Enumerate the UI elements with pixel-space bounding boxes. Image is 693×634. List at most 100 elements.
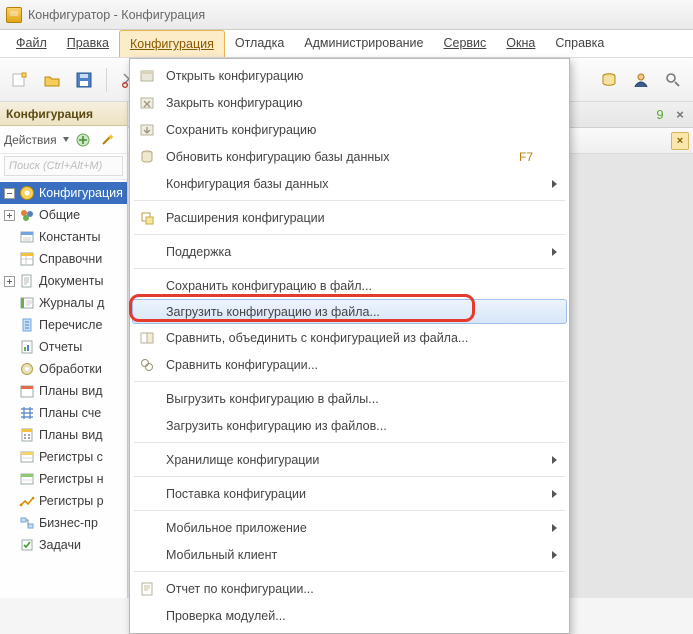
task-icon <box>19 537 35 553</box>
enum-icon <box>19 317 35 333</box>
submenu-arrow-icon <box>552 524 557 532</box>
tree-node-regaccum[interactable]: Регистры н <box>0 468 127 490</box>
mi-label: Выгрузить конфигурацию в файлы... <box>166 392 379 406</box>
tree-label: Перечисле <box>39 318 102 332</box>
config-dropdown: Открыть конфигурацию Закрыть конфигураци… <box>129 58 570 634</box>
tree-node-chartkinds[interactable]: Планы вид <box>0 380 127 402</box>
menu-file[interactable]: Файл <box>6 30 57 57</box>
tree-label: Регистры р <box>39 494 104 508</box>
mi-delivery[interactable]: Поставка конфигурации <box>132 480 567 507</box>
tree-node-regcalc[interactable]: Регистры р <box>0 490 127 512</box>
expander-icon[interactable] <box>4 210 15 221</box>
mi-close-config[interactable]: Закрыть конфигурацию <box>132 89 567 116</box>
mi-label: Поставка конфигурации <box>166 487 306 501</box>
tree-node-constants[interactable]: Константы <box>0 226 127 248</box>
tree-search-input[interactable] <box>4 156 123 176</box>
tree-label: Отчеты <box>39 340 82 354</box>
actions-label[interactable]: Действия <box>4 133 57 147</box>
gear-icon <box>19 361 35 377</box>
tree-label: Планы вид <box>39 384 103 398</box>
mi-compare-merge[interactable]: Сравнить, объединить с конфигурацией из … <box>132 324 567 351</box>
tree-label: Общие <box>39 208 80 222</box>
tree-node-calckinds[interactable]: Планы вид <box>0 424 127 446</box>
submenu-arrow-icon <box>552 180 557 188</box>
tree-node-enums[interactable]: Перечисле <box>0 314 127 336</box>
config-tree[interactable]: Конфигурация Общие Константы Справочни <box>0 180 127 598</box>
expander-icon[interactable] <box>4 188 15 199</box>
tree-node-reports[interactable]: Отчеты <box>0 336 127 358</box>
mi-load-from-file[interactable]: Загрузить конфигурацию из файла... <box>132 299 567 324</box>
calc-icon <box>19 427 35 443</box>
tree-label: Журналы д <box>39 296 104 310</box>
tree-node-bp[interactable]: Бизнес-пр <box>0 512 127 534</box>
mi-module-check[interactable]: Проверка модулей... <box>132 602 567 629</box>
mi-db-config[interactable]: Конфигурация базы данных <box>132 170 567 197</box>
db-icon <box>138 148 156 166</box>
mi-extensions[interactable]: Расширения конфигурации <box>132 204 567 231</box>
tree-node-processing[interactable]: Обработки <box>0 358 127 380</box>
compare-icon <box>138 356 156 374</box>
tree-node-common[interactable]: Общие <box>0 204 127 226</box>
menu-windows[interactable]: Окна <box>496 30 545 57</box>
mi-label: Отчет по конфигурации... <box>166 582 314 596</box>
tree-root-label: Конфигурация <box>39 186 123 200</box>
separator <box>134 268 565 269</box>
tree-root[interactable]: Конфигурация <box>0 182 127 204</box>
submenu-arrow-icon <box>552 551 557 559</box>
tree-node-journals[interactable]: Журналы д <box>0 292 127 314</box>
mi-compare[interactable]: Сравнить конфигурации... <box>132 351 567 378</box>
mi-export-files[interactable]: Выгрузить конфигурацию в файлы... <box>132 385 567 412</box>
menu-service[interactable]: Сервис <box>433 30 496 57</box>
mi-import-files[interactable]: Загрузить конфигурацию из файлов... <box>132 412 567 439</box>
mi-mobile-app[interactable]: Мобильное приложение <box>132 514 567 541</box>
config-panel: Конфигурация Действия Конфигурация <box>0 102 128 598</box>
tab-badge[interactable]: 9 <box>651 106 669 124</box>
save-icon <box>138 121 156 139</box>
report-icon <box>19 339 35 355</box>
actions-caret-icon[interactable] <box>63 137 69 142</box>
ext-icon <box>138 209 156 227</box>
separator <box>134 476 565 477</box>
mi-support[interactable]: Поддержка <box>132 238 567 265</box>
toolbar-new-icon[interactable] <box>6 66 34 94</box>
tree-node-tasks[interactable]: Задачи <box>0 534 127 556</box>
search-row <box>0 154 127 180</box>
menu-config[interactable]: Конфигурация <box>119 30 225 57</box>
submenu-arrow-icon <box>552 456 557 464</box>
tree-label: Константы <box>39 230 101 244</box>
mi-save-to-file[interactable]: Сохранить конфигурацию в файл... <box>132 272 567 299</box>
menu-edit[interactable]: Правка <box>57 30 119 57</box>
mi-update-db[interactable]: Обновить конфигурацию базы данных F7 <box>132 143 567 170</box>
tree-node-documents[interactable]: Документы <box>0 270 127 292</box>
mi-label: Конфигурация базы данных <box>166 177 329 191</box>
tabstrip-close-icon[interactable]: × <box>671 106 689 124</box>
action-add-icon[interactable] <box>73 130 93 150</box>
toolbar-agent-icon[interactable] <box>627 66 655 94</box>
mi-mobile-client[interactable]: Мобильный клиент <box>132 541 567 568</box>
mi-repo[interactable]: Хранилище конфигурации <box>132 446 567 473</box>
tree-node-reginfo[interactable]: Регистры с <box>0 446 127 468</box>
tree-label: Обработки <box>39 362 102 376</box>
toolbar-repo-icon[interactable] <box>595 66 623 94</box>
mi-label: Обновить конфигурацию базы данных <box>166 150 390 164</box>
doc-close-button[interactable]: × <box>671 132 689 150</box>
app-icon <box>6 7 22 23</box>
actions-row: Действия <box>0 126 127 154</box>
toolbar-search-icon[interactable] <box>659 66 687 94</box>
menu-help[interactable]: Справка <box>545 30 614 57</box>
menu-admin[interactable]: Администрирование <box>294 30 433 57</box>
separator <box>134 381 565 382</box>
mi-label: Мобильное приложение <box>166 521 307 535</box>
tree-label: Справочни <box>39 252 102 266</box>
spheres-icon <box>19 207 35 223</box>
tree-node-catalogs[interactable]: Справочни <box>0 248 127 270</box>
mi-label: Расширения конфигурации <box>166 211 325 225</box>
action-wand-icon[interactable] <box>97 130 117 150</box>
expander-icon[interactable] <box>4 276 15 287</box>
tree-node-accounts[interactable]: Планы сче <box>0 402 127 424</box>
menu-debug[interactable]: Отладка <box>225 30 294 57</box>
toolbar-open-icon[interactable] <box>38 66 66 94</box>
toolbar-save-icon[interactable] <box>70 66 98 94</box>
mi-save-config[interactable]: Сохранить конфигурацию <box>132 116 567 143</box>
mi-open-config[interactable]: Открыть конфигурацию <box>132 62 567 89</box>
